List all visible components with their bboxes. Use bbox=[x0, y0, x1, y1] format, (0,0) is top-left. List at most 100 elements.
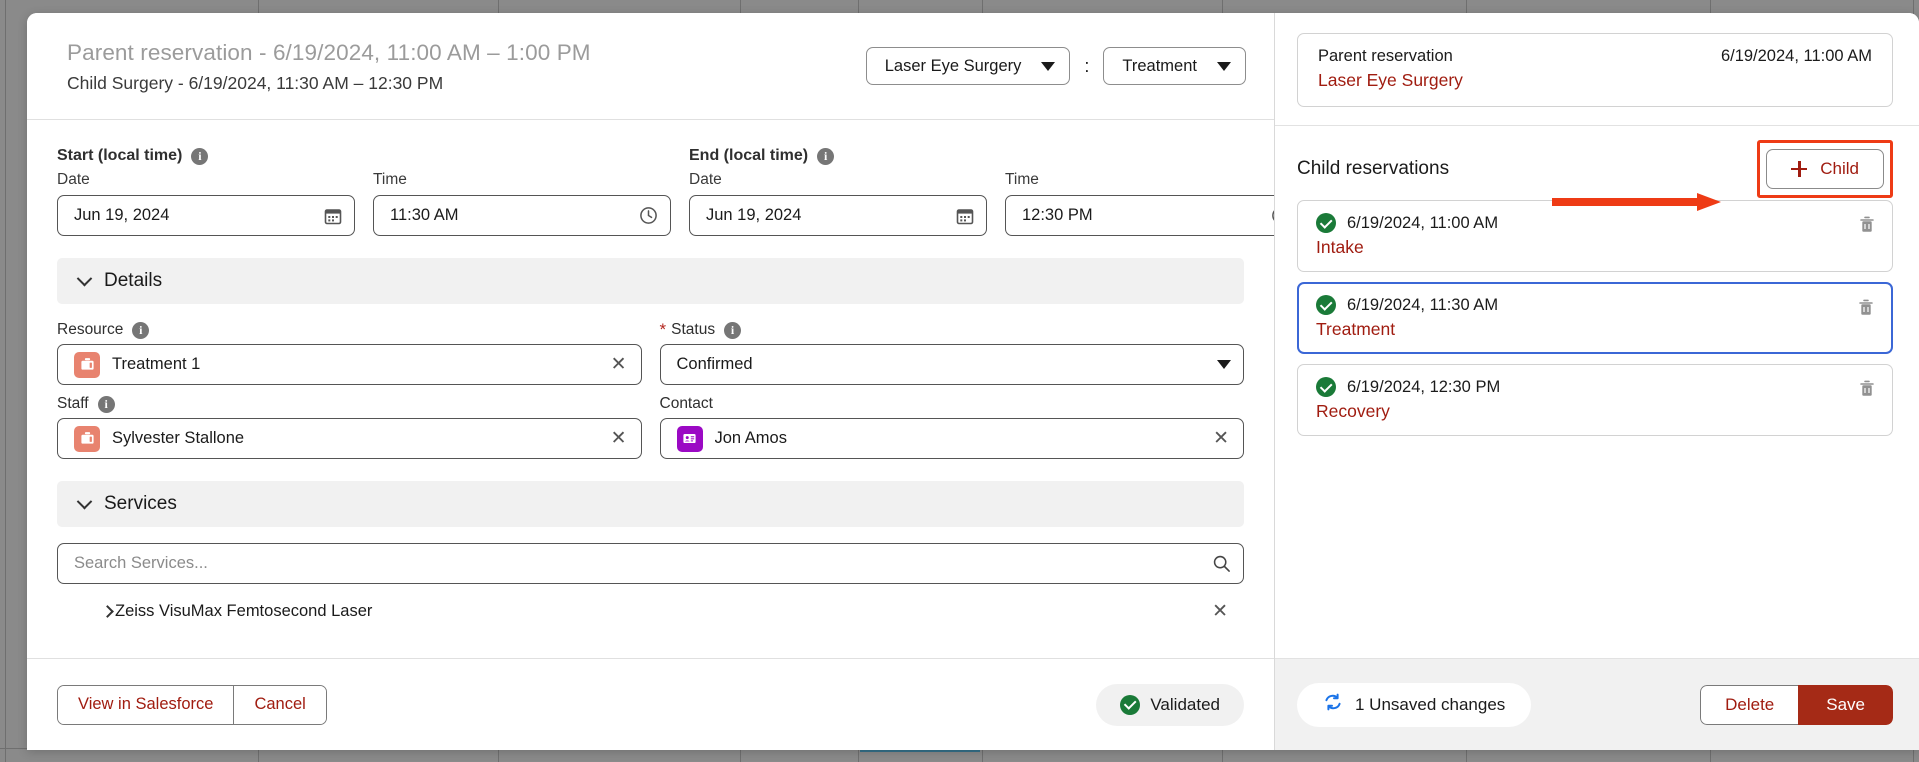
child-reservations-header: Child reservations Child bbox=[1297, 146, 1893, 192]
calendar-icon[interactable] bbox=[956, 207, 974, 225]
child-card-datetime: 6/19/2024, 11:00 AM bbox=[1347, 214, 1498, 233]
parent-reservation-header: Parent reservation 6/19/2024, 11:00 AM L… bbox=[1275, 13, 1919, 126]
details-section-header[interactable]: Details bbox=[57, 258, 1244, 304]
view-in-salesforce-button[interactable]: View in Salesforce bbox=[58, 686, 233, 724]
child-reservation-card[interactable]: 6/19/2024, 12:30 PM Recovery bbox=[1297, 364, 1893, 436]
contact-input[interactable]: Jon Amos ✕ bbox=[660, 418, 1245, 459]
resource-field: Resource i Treatment 1 bbox=[57, 320, 642, 385]
contact-record-icon bbox=[677, 426, 703, 452]
clear-icon[interactable]: ✕ bbox=[609, 355, 629, 374]
parent-card-type: Laser Eye Surgery bbox=[1318, 70, 1872, 91]
status-value: Confirmed bbox=[677, 355, 1218, 374]
staff-field: Staff i Sylvester Stallon bbox=[57, 394, 642, 459]
unsaved-changes-label: 1 Unsaved changes bbox=[1355, 695, 1505, 715]
start-date-label: Date bbox=[57, 170, 355, 190]
modal-header: Parent reservation - 6/19/2024, 11:00 AM… bbox=[27, 13, 1274, 120]
clear-icon[interactable]: ✕ bbox=[1211, 429, 1231, 448]
contact-field: Contact bbox=[660, 394, 1245, 459]
parent-reservation-title: Parent reservation - 6/19/2024, 11:00 AM… bbox=[67, 37, 866, 69]
clear-icon[interactable]: ✕ bbox=[609, 429, 629, 448]
end-date-value: Jun 19, 2024 bbox=[706, 206, 956, 225]
end-time-input[interactable]: 12:30 PM bbox=[1005, 195, 1274, 236]
parent-card-datetime: 6/19/2024, 11:00 AM bbox=[1721, 47, 1872, 66]
child-reservations-body: Child reservations Child 6/19/2024, 11:0… bbox=[1275, 126, 1919, 658]
list-item[interactable]: Zeiss VisuMax Femtosecond Laser ✕ bbox=[57, 590, 1244, 632]
selector-separator: : bbox=[1084, 56, 1089, 77]
reservations-sidebar: Parent reservation 6/19/2024, 11:00 AM L… bbox=[1275, 13, 1919, 750]
datetime-row: Start (local time) i Date Jun 19, 2024 bbox=[57, 146, 1244, 236]
staff-value: Sylvester Stallone bbox=[112, 429, 609, 448]
delete-icon[interactable] bbox=[1858, 379, 1876, 403]
chevron-down-icon bbox=[77, 493, 93, 509]
resource-record-icon bbox=[74, 352, 100, 378]
info-icon[interactable]: i bbox=[191, 148, 208, 165]
check-circle-icon bbox=[1316, 295, 1336, 315]
reservation-type-select[interactable]: Laser Eye Surgery bbox=[866, 47, 1071, 85]
status-select[interactable]: Confirmed bbox=[660, 344, 1245, 385]
validated-status-badge: Validated bbox=[1096, 684, 1244, 726]
validated-label: Validated bbox=[1150, 695, 1220, 715]
check-circle-icon bbox=[1316, 213, 1336, 233]
start-date-input[interactable]: Jun 19, 2024 bbox=[57, 195, 355, 236]
services-section-header[interactable]: Services bbox=[57, 481, 1244, 527]
parent-reservation-card[interactable]: Parent reservation 6/19/2024, 11:00 AM L… bbox=[1297, 33, 1893, 107]
end-group-label-text: End (local time) bbox=[689, 146, 808, 166]
sync-icon bbox=[1323, 692, 1343, 717]
delete-icon[interactable] bbox=[1857, 298, 1875, 322]
clock-icon[interactable] bbox=[639, 206, 658, 225]
details-fields: Resource i Treatment 1 bbox=[57, 320, 1244, 459]
staff-input[interactable]: Sylvester Stallone ✕ bbox=[57, 418, 642, 459]
add-child-button[interactable]: Child bbox=[1766, 149, 1884, 189]
start-time-value: 11:30 AM bbox=[390, 206, 639, 225]
delete-icon[interactable] bbox=[1858, 215, 1876, 239]
cancel-button[interactable]: Cancel bbox=[233, 686, 325, 724]
start-datetime-group: Start (local time) i Date Jun 19, 2024 bbox=[57, 146, 671, 236]
remove-service-icon[interactable]: ✕ bbox=[1210, 602, 1230, 621]
start-group-label: Start (local time) i bbox=[57, 146, 671, 166]
services-search-input[interactable]: Search Services... bbox=[57, 543, 1244, 584]
end-date-input[interactable]: Jun 19, 2024 bbox=[689, 195, 987, 236]
header-type-selectors: Laser Eye Surgery : Treatment bbox=[866, 47, 1246, 85]
chevron-right-icon[interactable] bbox=[101, 605, 114, 618]
child-reservation-card[interactable]: 6/19/2024, 11:00 AM Intake bbox=[1297, 200, 1893, 272]
services-search-row: Search Services... bbox=[57, 543, 1244, 584]
header-titles: Parent reservation - 6/19/2024, 11:00 AM… bbox=[67, 37, 866, 96]
unsaved-changes-badge: 1 Unsaved changes bbox=[1297, 683, 1531, 727]
info-icon[interactable]: i bbox=[98, 396, 115, 413]
info-icon[interactable]: i bbox=[724, 322, 741, 339]
calendar-icon[interactable] bbox=[324, 207, 342, 225]
reservation-form-pane: Parent reservation - 6/19/2024, 11:00 AM… bbox=[27, 13, 1275, 750]
staff-record-icon bbox=[74, 426, 100, 452]
end-time-value: 12:30 PM bbox=[1022, 206, 1271, 225]
status-field: * Status i Confirmed bbox=[660, 320, 1245, 385]
clock-icon[interactable] bbox=[1271, 206, 1274, 225]
check-circle-icon bbox=[1316, 377, 1336, 397]
child-reservation-title: Child Surgery - 6/19/2024, 11:30 AM – 12… bbox=[67, 70, 866, 96]
start-date-value: Jun 19, 2024 bbox=[74, 206, 324, 225]
search-icon[interactable] bbox=[1212, 554, 1231, 573]
footer-button-group: View in Salesforce Cancel bbox=[57, 685, 327, 725]
services-list: Zeiss VisuMax Femtosecond Laser ✕ bbox=[57, 590, 1244, 632]
delete-button[interactable]: Delete bbox=[1700, 685, 1798, 725]
start-group-label-text: Start (local time) bbox=[57, 146, 182, 166]
add-child-label: Child bbox=[1820, 159, 1859, 179]
save-button[interactable]: Save bbox=[1798, 685, 1893, 725]
info-icon[interactable]: i bbox=[132, 322, 149, 339]
contact-label-text: Contact bbox=[660, 394, 713, 414]
start-time-input[interactable]: 11:30 AM bbox=[373, 195, 671, 236]
child-card-type: Treatment bbox=[1316, 319, 1874, 340]
save-button-group: Delete Save bbox=[1700, 685, 1893, 725]
resource-input[interactable]: Treatment 1 ✕ bbox=[57, 344, 642, 385]
contact-label: Contact bbox=[660, 394, 1245, 414]
info-icon[interactable]: i bbox=[817, 148, 834, 165]
end-time-label: Time bbox=[1005, 170, 1274, 190]
child-reservations-title: Child reservations bbox=[1297, 158, 1449, 180]
reservation-subtype-select[interactable]: Treatment bbox=[1103, 47, 1246, 85]
child-reservation-card[interactable]: 6/19/2024, 11:30 AM Treatment bbox=[1297, 282, 1893, 354]
reservation-editor-modal: Parent reservation - 6/19/2024, 11:00 AM… bbox=[27, 13, 1919, 750]
status-label-text: Status bbox=[671, 320, 715, 340]
form-footer: View in Salesforce Cancel Validated bbox=[27, 658, 1274, 750]
child-card-datetime: 6/19/2024, 12:30 PM bbox=[1347, 378, 1500, 397]
reservation-form-body: Start (local time) i Date Jun 19, 2024 bbox=[27, 120, 1274, 658]
chevron-down-icon bbox=[1217, 62, 1231, 71]
